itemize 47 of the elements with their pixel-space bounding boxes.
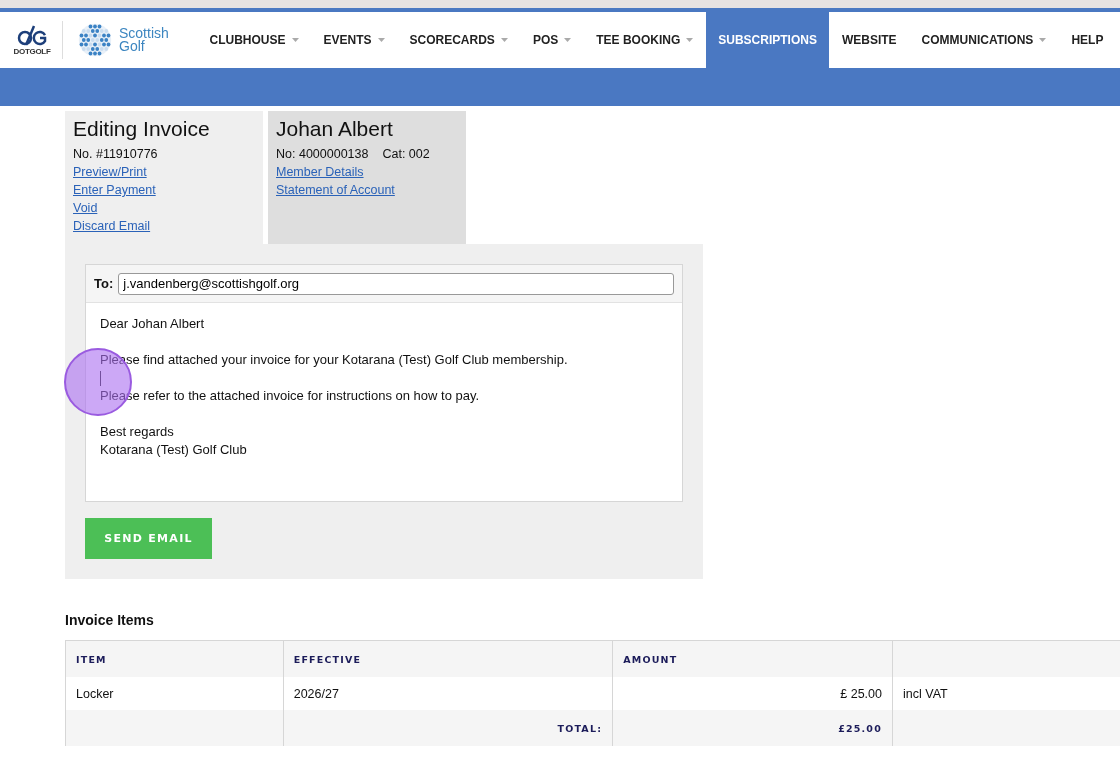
nav-tab[interactable]: EVENTS <box>311 12 398 68</box>
nav-tab[interactable]: TEE BOOKING <box>583 12 706 68</box>
partner-name: Scottish Golf <box>119 27 169 53</box>
table-cell: 2026/27 <box>283 677 613 710</box>
dotgolf-logo-icon <box>17 24 47 46</box>
nav-tab[interactable]: POS <box>520 12 584 68</box>
invoice-link[interactable]: Preview/Print <box>73 163 147 181</box>
nav-tab[interactable]: WEBSITE <box>829 12 910 68</box>
panel-title: Editing Invoice <box>73 117 211 141</box>
column-header: EFFECTIVE <box>283 640 613 677</box>
nav-tab[interactable]: HELP <box>1058 12 1116 68</box>
column-header: AMOUNT <box>612 640 893 677</box>
total-value: £25.00 <box>612 710 893 746</box>
caret-icon <box>500 38 508 42</box>
total-label: TOTAL: <box>283 710 613 746</box>
nav-tab[interactable]: COMMUNICATIONS <box>909 12 1059 68</box>
golf-ball-logo-icon <box>77 22 113 58</box>
caret-icon <box>377 38 385 42</box>
nav-tab[interactable]: CLUBHOUSE <box>197 12 311 68</box>
member-number: No: 4000000138 <box>276 146 369 163</box>
table-cell: incl VAT <box>892 677 1120 710</box>
email-text: Dear Johan Albert <box>100 315 205 333</box>
table-cell: Locker <box>65 677 284 710</box>
table-cell: £ 25.00 <box>612 677 893 710</box>
invoice-link[interactable]: Discard Email <box>73 217 151 235</box>
member-link[interactable]: Statement of Account <box>276 181 395 199</box>
to-label: To: <box>94 276 114 291</box>
invoice-link[interactable]: Enter Payment <box>73 181 156 199</box>
caret-icon <box>291 38 299 42</box>
section-title: Invoice Items <box>65 612 154 628</box>
email-text: Best regards <box>100 423 174 441</box>
nav-tab[interactable]: SCORECARDS <box>397 12 521 68</box>
nav-tab[interactable]: SUBSCRIPTIONS <box>705 12 830 68</box>
email-text: Please refer to the attached invoice for instructions on how to pay. <box>100 387 480 405</box>
invoice-link[interactable]: Void <box>73 199 98 217</box>
logo-label: DOTGOLF <box>13 47 51 56</box>
email-text: Please find attached your invoice for your Kotarana (Test) Golf Club membership. <box>100 351 568 369</box>
column-header: ITEM <box>65 640 284 677</box>
member-category: Cat: 002 <box>382 146 430 163</box>
invoice-number: No. #11910776 <box>73 146 159 163</box>
caret-icon <box>686 38 694 42</box>
member-name: Johan Albert <box>276 117 394 141</box>
member-link[interactable]: Member Details <box>276 163 364 181</box>
caret-icon <box>564 38 572 42</box>
to-field[interactable]: j.vandenberg@scottishgolf.org <box>118 272 674 295</box>
caret-icon <box>1039 38 1047 42</box>
email-text: Kotarana (Test) Golf Club <box>100 441 247 459</box>
